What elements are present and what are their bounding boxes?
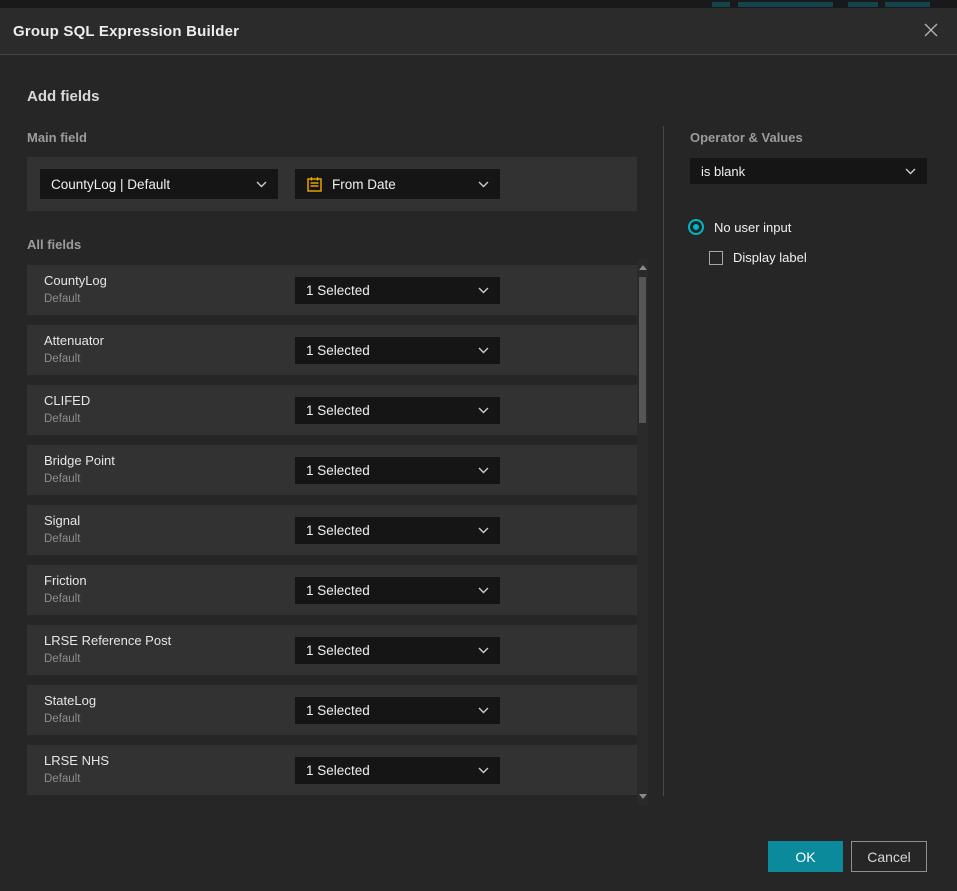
field-selection-dropdown[interactable]: 1 Selected: [295, 337, 500, 364]
close-button[interactable]: [917, 18, 945, 46]
main-field-box: CountyLog | Default From Date: [27, 157, 637, 211]
dialog-title: Group SQL Expression Builder: [13, 23, 239, 40]
main-field-date-value: From Date: [332, 177, 396, 192]
field-selection-value: 1 Selected: [306, 343, 370, 358]
close-icon: [923, 22, 939, 43]
main-field-date-dropdown[interactable]: From Date: [295, 169, 500, 199]
chevron-down-icon: [905, 168, 916, 175]
group-sql-expression-builder-dialog: Group SQL Expression Builder Add fields …: [0, 8, 957, 891]
field-subtitle: Default: [44, 293, 80, 305]
field-name: LRSE Reference Post: [44, 633, 171, 648]
background-app-fragment: [712, 2, 730, 7]
field-name: CLIFED: [44, 393, 90, 408]
field-row: Bridge Point Default 1 Selected: [27, 445, 637, 495]
scrollbar-up-arrow-icon[interactable]: [639, 265, 647, 270]
field-name: Signal: [44, 513, 80, 528]
chevron-down-icon: [478, 707, 489, 714]
main-field-source-value: CountyLog | Default: [51, 177, 170, 192]
add-fields-heading: Add fields: [27, 88, 100, 105]
calendar-icon: [306, 176, 323, 193]
field-subtitle: Default: [44, 773, 80, 785]
no-user-input-radio[interactable]: No user input: [688, 219, 791, 235]
chevron-down-icon: [478, 647, 489, 654]
field-row: StateLog Default 1 Selected: [27, 685, 637, 735]
field-row: LRSE NHS Default 1 Selected: [27, 745, 637, 795]
chevron-down-icon: [478, 767, 489, 774]
field-subtitle: Default: [44, 653, 80, 665]
field-selection-value: 1 Selected: [306, 403, 370, 418]
field-subtitle: Default: [44, 473, 80, 485]
field-selection-value: 1 Selected: [306, 463, 370, 478]
field-selection-dropdown[interactable]: 1 Selected: [295, 397, 500, 424]
field-subtitle: Default: [44, 353, 80, 365]
field-selection-value: 1 Selected: [306, 583, 370, 598]
radio-selected-icon: [688, 219, 704, 235]
field-name: LRSE NHS: [44, 753, 109, 768]
chevron-down-icon: [478, 181, 489, 188]
field-row: CountyLog Default 1 Selected: [27, 265, 637, 315]
background-app-fragment: [738, 2, 833, 7]
checkbox-unchecked-icon: [709, 251, 723, 265]
cancel-button[interactable]: Cancel: [851, 841, 927, 872]
chevron-down-icon: [478, 587, 489, 594]
field-name: CountyLog: [44, 273, 107, 288]
main-field-source-dropdown[interactable]: CountyLog | Default: [40, 169, 278, 199]
field-selection-dropdown[interactable]: 1 Selected: [295, 457, 500, 484]
chevron-down-icon: [478, 467, 489, 474]
field-row: Friction Default 1 Selected: [27, 565, 637, 615]
dialog-body: Add fields Main field CountyLog | Defaul…: [0, 56, 957, 891]
main-field-label: Main field: [27, 130, 87, 145]
operator-value: is blank: [701, 164, 745, 179]
background-app-fragment: [848, 2, 878, 7]
scrollbar-thumb[interactable]: [639, 277, 646, 423]
field-selection-value: 1 Selected: [306, 703, 370, 718]
field-row: Attenuator Default 1 Selected: [27, 325, 637, 375]
field-row: Signal Default 1 Selected: [27, 505, 637, 555]
no-user-input-label: No user input: [714, 220, 791, 235]
field-selection-dropdown[interactable]: 1 Selected: [295, 757, 500, 784]
field-name: Attenuator: [44, 333, 104, 348]
field-selection-dropdown[interactable]: 1 Selected: [295, 517, 500, 544]
dialog-titlebar: Group SQL Expression Builder: [0, 8, 957, 55]
field-selection-dropdown[interactable]: 1 Selected: [295, 697, 500, 724]
chevron-down-icon: [478, 407, 489, 414]
field-selection-value: 1 Selected: [306, 763, 370, 778]
field-subtitle: Default: [44, 713, 80, 725]
all-fields-list: CountyLog Default 1 Selected Attenuator …: [27, 265, 637, 805]
all-fields-label: All fields: [27, 237, 81, 252]
field-selection-value: 1 Selected: [306, 523, 370, 538]
field-subtitle: Default: [44, 533, 80, 545]
display-label-checkbox[interactable]: Display label: [709, 250, 807, 265]
operator-values-label: Operator & Values: [690, 130, 803, 145]
field-subtitle: Default: [44, 593, 80, 605]
background-app-fragment: [885, 2, 930, 7]
field-selection-dropdown[interactable]: 1 Selected: [295, 637, 500, 664]
list-scrollbar[interactable]: [637, 259, 648, 805]
panel-divider: [663, 126, 664, 796]
display-label-label: Display label: [733, 250, 807, 265]
chevron-down-icon: [478, 527, 489, 534]
operator-dropdown[interactable]: is blank: [690, 158, 927, 184]
field-name: Bridge Point: [44, 453, 115, 468]
field-selection-dropdown[interactable]: 1 Selected: [295, 577, 500, 604]
field-name: StateLog: [44, 693, 96, 708]
ok-button[interactable]: OK: [768, 841, 843, 872]
field-name: Friction: [44, 573, 87, 588]
background-app-sliver: [0, 0, 957, 8]
field-row: LRSE Reference Post Default 1 Selected: [27, 625, 637, 675]
field-row: CLIFED Default 1 Selected: [27, 385, 637, 435]
scrollbar-down-arrow-icon[interactable]: [639, 794, 647, 799]
chevron-down-icon: [478, 287, 489, 294]
field-subtitle: Default: [44, 413, 80, 425]
field-selection-value: 1 Selected: [306, 283, 370, 298]
field-selection-dropdown[interactable]: 1 Selected: [295, 277, 500, 304]
chevron-down-icon: [478, 347, 489, 354]
chevron-down-icon: [256, 181, 267, 188]
field-selection-value: 1 Selected: [306, 643, 370, 658]
